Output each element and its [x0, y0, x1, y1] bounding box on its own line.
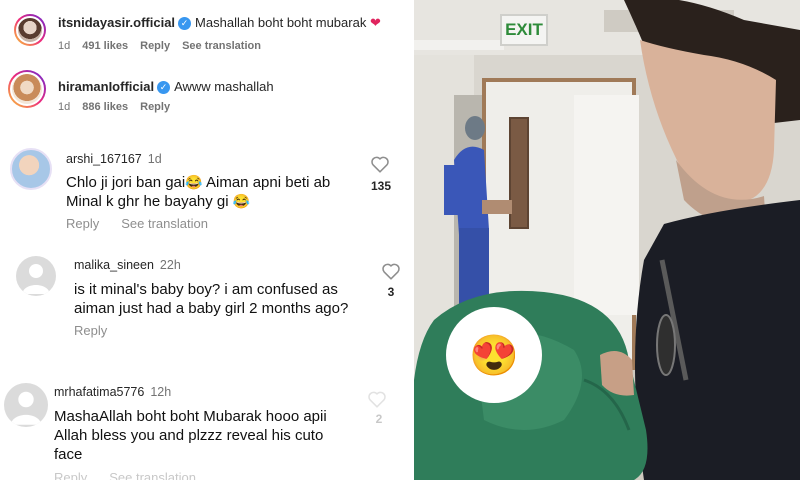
verified-badge-icon: ✓ — [178, 17, 192, 30]
red-heart-emoji: ❤ — [366, 15, 381, 30]
photo-illustration — [414, 0, 800, 480]
avatar[interactable] — [14, 14, 46, 46]
heart-eyes-emoji: 😍 — [469, 334, 519, 378]
comment-time: 22h — [159, 258, 181, 272]
comment-meta: Reply See translation — [66, 216, 230, 231]
comment-username[interactable]: arshi_167167 — [66, 152, 142, 166]
reply-button[interactable]: Reply — [74, 323, 107, 338]
avatar-placeholder[interactable] — [16, 256, 56, 296]
hospital-photo: EXIT 😍 — [414, 0, 800, 480]
heart-outline-icon[interactable] — [366, 388, 388, 410]
laughing-emoji: 😂 — [185, 174, 203, 190]
heart-outline-icon[interactable] — [380, 260, 402, 282]
comment-username[interactable]: hiramanIofficial — [58, 79, 154, 94]
comment-text: MashaAllah boht boht Mubarak hooo apii A… — [54, 407, 327, 464]
comment-meta: 1d 886 likes Reply — [58, 101, 182, 113]
reply-button[interactable]: Reply — [140, 101, 170, 113]
comment-time: 12h — [150, 385, 172, 399]
see-translation-button[interactable]: See translation — [121, 216, 208, 231]
comment-meta: Reply — [74, 323, 129, 338]
person-silhouette-icon — [10, 391, 42, 425]
verified-badge-icon: ✓ — [157, 81, 171, 94]
comment-likes[interactable]: 491 likes — [82, 40, 128, 52]
comment-text: Chlo ji jori ban gai😂 Aiman apni beti ab… — [66, 173, 330, 211]
reply-button[interactable]: Reply — [66, 216, 99, 231]
reply-button[interactable]: Reply — [140, 40, 170, 52]
comment-time: 1d — [58, 40, 71, 52]
comment-text-line: is it minal's baby boy? i am confused as — [74, 281, 338, 298]
comment-text-line: face — [54, 446, 83, 463]
avatar-placeholder[interactable] — [4, 383, 48, 427]
exit-sign-text: EXIT — [505, 20, 543, 39]
comment-meta: 1d 491 likes Reply See translation — [58, 40, 273, 52]
comment-text: is it minal's baby boy? i am confused as… — [74, 280, 348, 318]
comment-meta: Reply See translation — [54, 470, 218, 480]
avatar[interactable] — [10, 148, 52, 190]
comment-text-line: Chlo ji jori ban gai — [66, 174, 186, 191]
comment-username[interactable]: mrhafatima5776 — [54, 385, 144, 399]
like-count: 2 — [375, 412, 383, 426]
see-translation-button[interactable]: See translation — [109, 470, 196, 480]
avatar[interactable] — [8, 70, 46, 108]
comment-likes[interactable]: 886 likes — [82, 101, 128, 113]
comment-text-line: Aiman apni beti ab — [202, 174, 331, 191]
laughing-emoji: 😂 — [232, 193, 251, 209]
like-count: 3 — [387, 285, 395, 299]
exit-sign: EXIT — [500, 14, 548, 46]
comment-username[interactable]: malika_sineen — [74, 258, 154, 272]
comment-text-line: aiman just had a baby girl 2 months ago? — [74, 300, 349, 317]
comment-time: 1d — [147, 152, 162, 166]
see-translation-button[interactable]: See translation — [182, 40, 261, 52]
reply-button[interactable]: Reply — [54, 470, 87, 480]
comment-text: Awww mashallah — [174, 79, 274, 94]
person-silhouette-icon — [22, 264, 50, 294]
comment-time: 1d — [58, 101, 71, 113]
comment-text: Mashallah boht boht mubarak — [195, 15, 367, 30]
comment-text-line: Allah bless you and plzzz reveal his cut… — [54, 427, 324, 444]
comment-text-line: Minal k ghr he bayahy gi — [66, 193, 229, 210]
comments-panel: itsnidayasir.official ✓ Mashallah boht boh… — [0, 0, 414, 480]
like-count: 135 — [370, 179, 392, 193]
heart-outline-icon[interactable] — [369, 153, 391, 175]
comment-username[interactable]: itsnidayasir.official — [58, 15, 175, 30]
comment-text-line: MashaAllah boht boht Mubarak hooo apii — [54, 408, 327, 425]
